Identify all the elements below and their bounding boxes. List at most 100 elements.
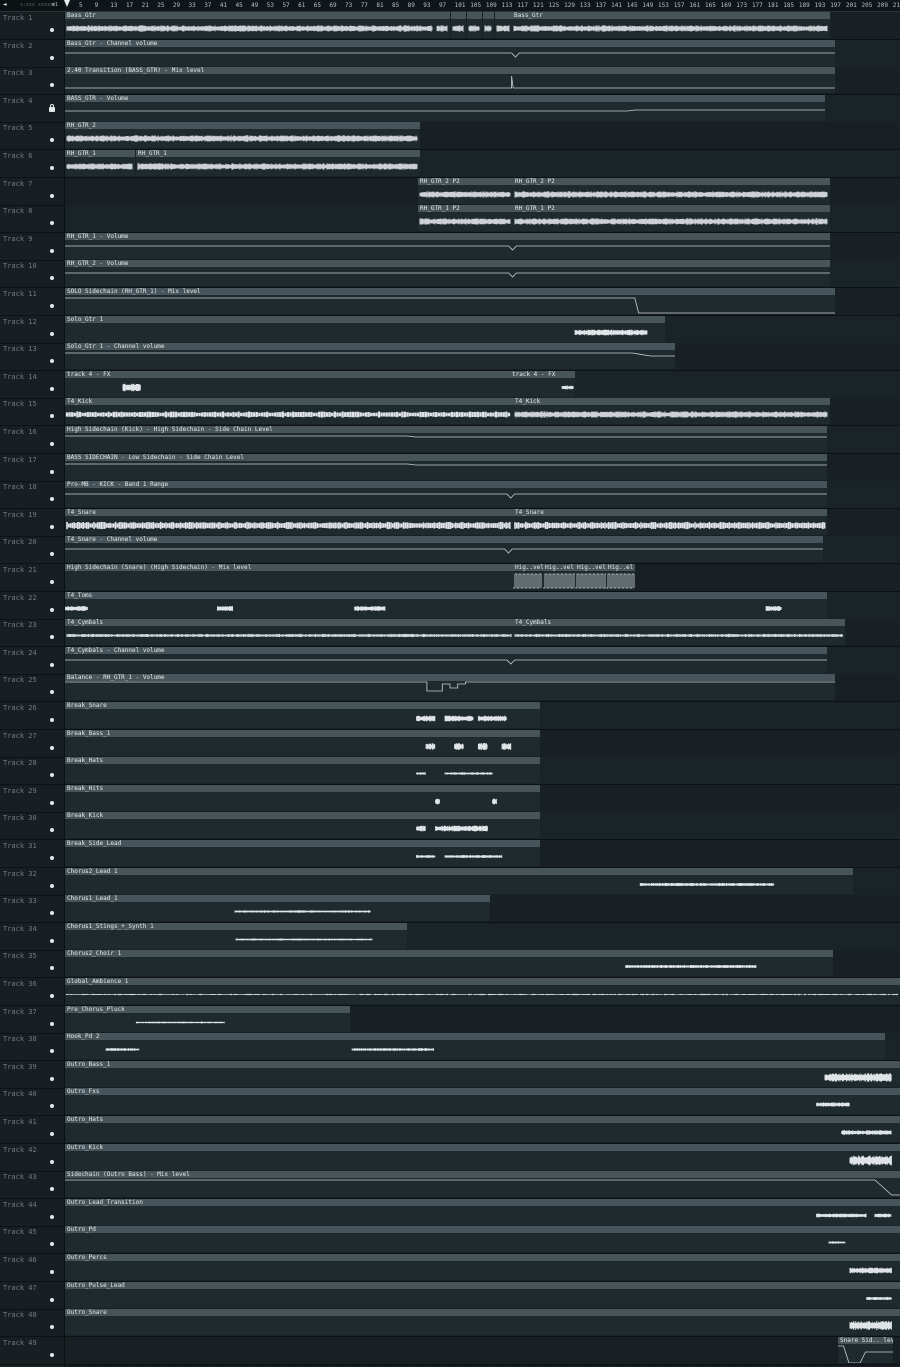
track-lane[interactable]: Chorus1_Stings_+_Synth 1 — [65, 922, 900, 951]
pattern-clip[interactable] — [65, 1336, 837, 1363]
track-header[interactable]: Track 25 — [0, 674, 64, 703]
bar-number[interactable]: 9 — [95, 2, 99, 9]
bar-number[interactable]: 185 — [783, 2, 794, 9]
bar-number[interactable]: 29 — [173, 2, 180, 9]
bar-number[interactable]: 101 — [455, 2, 466, 9]
bar-number[interactable]: 93 — [423, 2, 430, 9]
track-header[interactable]: Track 33 — [0, 895, 64, 924]
track-header[interactable]: Track 16 — [0, 426, 64, 454]
bar-number[interactable]: 173 — [736, 2, 747, 9]
track-activity-dot[interactable] — [50, 580, 54, 584]
track-activity-dot[interactable] — [50, 221, 54, 226]
track-lane[interactable]: 2.40 Transition (BASS_GTR) - Mix level — [65, 67, 900, 96]
pattern-clip[interactable]: Break_Bass_1 — [65, 729, 540, 756]
pattern-clip[interactable]: Sidechain (Outro Bass) - Mix level — [65, 1171, 900, 1198]
bar-number[interactable]: 113 — [502, 2, 513, 9]
bar-number[interactable]: 17 — [126, 2, 133, 9]
bar-number[interactable]: 57 — [282, 2, 289, 9]
track-activity-dot[interactable] — [50, 386, 54, 391]
track-lane[interactable]: Break_Bass_1 — [65, 729, 900, 758]
track-activity-dot[interactable] — [50, 1049, 54, 1054]
track-activity-dot[interactable] — [50, 524, 54, 529]
track-lane[interactable]: T4_Cymbals - Channel volume — [65, 646, 900, 675]
pattern-clip[interactable] — [435, 12, 450, 38]
track-lane[interactable]: Break_Snare — [65, 702, 900, 730]
track-header[interactable]: Track 20 — [0, 536, 64, 565]
track-activity-dot[interactable] — [50, 718, 54, 722]
bar-number[interactable]: 13 — [110, 2, 117, 9]
track-lane[interactable]: T4_Toms — [65, 591, 900, 620]
track-header[interactable]: Track 8 — [0, 205, 64, 234]
track-activity-dot[interactable] — [50, 938, 54, 943]
track-lane[interactable]: Chorus2_Lead 1 — [65, 867, 900, 896]
track-lane[interactable]: Balance - RH_GTR_1 - Volume — [65, 674, 900, 703]
track-activity-dot[interactable] — [50, 1214, 54, 1219]
bar-number[interactable]: 161 — [689, 2, 700, 9]
pattern-clip[interactable]: Outro_Pd — [65, 1226, 900, 1253]
track-activity-dot[interactable] — [50, 55, 54, 60]
pattern-clip[interactable]: Bass_Gtr — [65, 12, 435, 38]
bar-number[interactable]: 137 — [595, 2, 606, 9]
track-header[interactable]: Track 12 — [0, 316, 64, 344]
bar-number[interactable]: 157 — [674, 2, 685, 9]
bar-number[interactable]: 193 — [815, 2, 826, 9]
track-header[interactable]: Track 23 — [0, 619, 64, 648]
pattern-clip[interactable]: Pro-MB - KICK - Band 1 Range — [65, 481, 827, 508]
track-lane[interactable]: Outro_Percs — [65, 1254, 900, 1282]
track-activity-dot[interactable] — [50, 276, 54, 281]
track-lane[interactable]: RH_GTR_2 P2 RH_GTR_2 P2 — [65, 177, 900, 206]
pattern-clip[interactable]: SOLO Sidechain (RH_GTR_1) - Mix level — [65, 288, 835, 314]
track-lane[interactable]: Pre_Chorus_Pluck — [65, 1005, 900, 1034]
track-header[interactable]: Track 30 — [0, 812, 64, 841]
track-lane[interactable]: RH_GTR_2 — [65, 122, 900, 151]
track-header[interactable]: Track 39 — [0, 1061, 64, 1089]
track-activity-dot[interactable] — [50, 414, 54, 419]
track-activity-dot[interactable] — [50, 773, 54, 778]
track-lane[interactable]: RH_GTR_1 - Volume — [65, 232, 900, 261]
track-header[interactable]: Track 28 — [0, 757, 64, 786]
bar-number[interactable]: 197 — [830, 2, 841, 9]
bar-number[interactable]: 141 — [611, 2, 622, 9]
pattern-clip[interactable]: RH_GTR_2 - Volume — [65, 260, 830, 287]
bar-number[interactable]: 33 — [189, 2, 196, 9]
pattern-clip[interactable]: Bass_Gtr - Channel volume — [65, 39, 835, 66]
track-activity-dot[interactable] — [50, 690, 54, 695]
track-lane[interactable]: Break_Side_Lead — [65, 840, 900, 868]
pattern-clip[interactable]: Break_Side_Lead — [65, 840, 540, 866]
track-header[interactable]: Track 11 — [0, 288, 64, 316]
pattern-clip[interactable]: Solo_Gtr 1 - Channel volume — [65, 343, 675, 370]
pattern-clip[interactable]: RH_GTR_1 P2 — [418, 205, 513, 232]
pattern-clip[interactable]: RH_GTR_1 — [65, 150, 135, 176]
track-header[interactable]: Track 24 — [0, 647, 64, 675]
track-activity-dot[interactable] — [50, 1104, 54, 1109]
timeline-ruler[interactable]: ◄ x:xxx xxxxx ml 5 9 13 17 21 25 29 33 37 41 45 49 5… — [0, 0, 900, 12]
pattern-clip[interactable]: Hig..vel — [513, 564, 543, 590]
bar-number[interactable]: 189 — [799, 2, 810, 9]
track-header[interactable]: Track 1 — [0, 12, 64, 40]
bar-number[interactable]: 125 — [549, 2, 560, 9]
track-activity-dot[interactable] — [50, 1325, 54, 1330]
pattern-clip[interactable]: Outro_Lead_Transition — [65, 1198, 900, 1225]
track-header[interactable]: Track 35 — [0, 950, 64, 979]
pattern-clip[interactable]: RH_GTR_1 - Volume — [65, 232, 830, 259]
bar-number[interactable]: 201 — [846, 2, 857, 9]
pattern-clip[interactable]: T4_Kick — [513, 398, 830, 425]
bar-number[interactable]: 53 — [267, 2, 274, 9]
bar-number[interactable]: 97 — [439, 2, 446, 9]
pattern-clip[interactable]: RH_GTR_2 P2 — [513, 177, 830, 204]
pattern-clip[interactable]: Break_Snare — [65, 702, 540, 728]
track-header[interactable]: Track 43 — [0, 1171, 64, 1200]
pattern-clip[interactable]: RH_GTR_1 P2 — [513, 205, 830, 232]
track-activity-dot[interactable] — [50, 166, 54, 170]
track-header[interactable]: Track 13 — [0, 343, 64, 372]
track-header[interactable]: Track 4 — [0, 95, 64, 123]
track-lane[interactable]: Global_Ambience 1 — [65, 978, 900, 1006]
track-lane[interactable]: track 4 - FX track 4 - FX — [65, 370, 900, 399]
track-header[interactable]: Track 40 — [0, 1088, 64, 1117]
track-lane[interactable]: SOLO Sidechain (RH_GTR_1) - Mix level — [65, 288, 900, 316]
track-header[interactable]: Track 41 — [0, 1116, 64, 1144]
pattern-clip[interactable]: Chorus1_Lead_1 — [65, 895, 490, 922]
track-activity-dot[interactable] — [50, 883, 54, 888]
track-header[interactable]: Track 37 — [0, 1006, 64, 1034]
track-lane[interactable]: Break_Kick — [65, 812, 900, 841]
